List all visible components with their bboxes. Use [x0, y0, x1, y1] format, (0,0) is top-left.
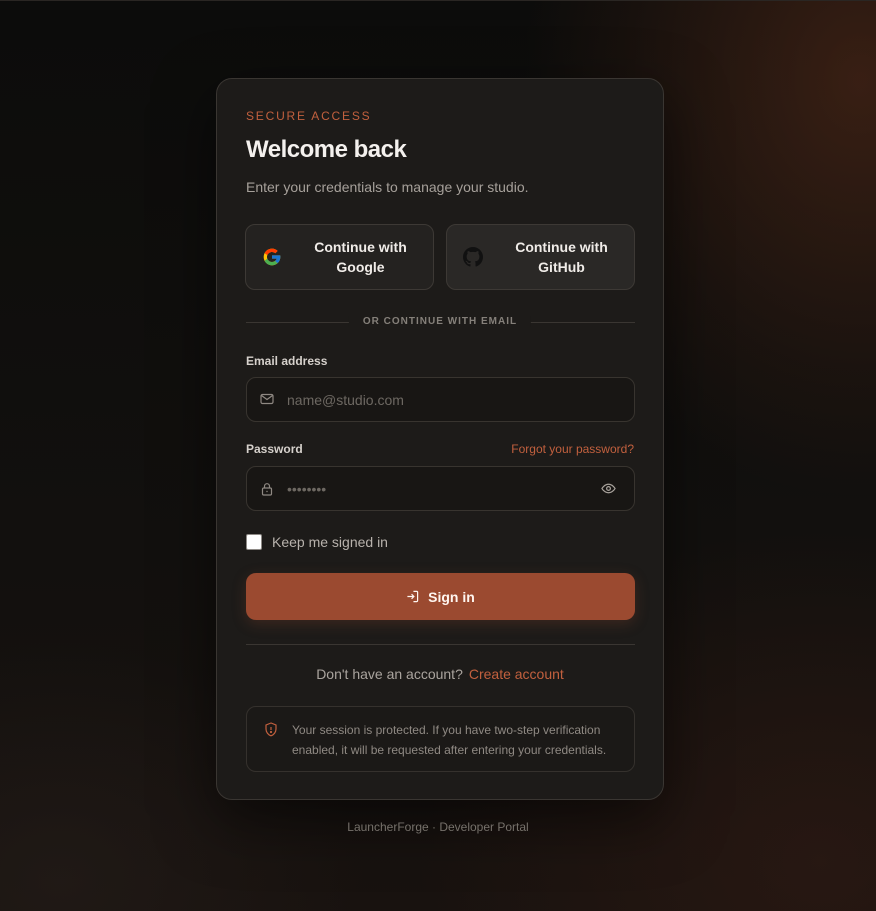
sign-in-icon — [407, 590, 419, 603]
security-notice: Your session is protected. If you have t… — [246, 706, 635, 772]
eye-icon[interactable] — [601, 482, 616, 495]
page-title: Welcome back — [246, 136, 407, 163]
shield-icon — [264, 722, 278, 737]
remember-me-label: Keep me signed in — [272, 534, 388, 550]
password-field-wrapper — [246, 466, 635, 511]
remember-me-checkbox[interactable] — [246, 534, 262, 550]
google-icon — [262, 247, 282, 267]
password-label: Password — [246, 442, 303, 456]
login-card: SECURE ACCESS Welcome back Enter your cr… — [216, 78, 664, 800]
forgot-password-link[interactable]: Forgot your password? — [511, 442, 634, 456]
email-label: Email address — [246, 354, 328, 368]
signup-prompt: Don't have an account? — [316, 666, 463, 682]
section-divider — [246, 644, 635, 645]
sign-in-button[interactable]: Sign in — [246, 573, 635, 620]
mail-icon — [260, 392, 274, 406]
google-signin-button[interactable]: Continue with Google — [245, 224, 434, 290]
footer-text: LauncherForge · Developer Portal — [347, 820, 529, 834]
password-input[interactable] — [287, 467, 590, 510]
eyebrow-label: SECURE ACCESS — [246, 109, 372, 123]
page-subtitle: Enter your credentials to manage your st… — [246, 179, 529, 195]
email-input[interactable] — [287, 378, 590, 421]
signup-row: Don't have an account? Create account — [217, 666, 663, 682]
email-field-wrapper — [246, 377, 635, 422]
github-icon — [463, 247, 483, 267]
github-button-label: Continue with GitHub — [515, 239, 608, 275]
divider-label: OR CONTINUE WITH EMAIL — [348, 316, 532, 327]
create-account-link[interactable]: Create account — [469, 666, 564, 682]
github-signin-button[interactable]: Continue with GitHub — [446, 224, 635, 290]
lock-icon — [260, 482, 274, 496]
sign-in-label: Sign in — [428, 588, 475, 605]
google-button-label: Continue with Google — [314, 239, 407, 275]
security-notice-text: Your session is protected. If you have t… — [292, 723, 607, 757]
remember-me: Keep me signed in — [246, 534, 388, 550]
